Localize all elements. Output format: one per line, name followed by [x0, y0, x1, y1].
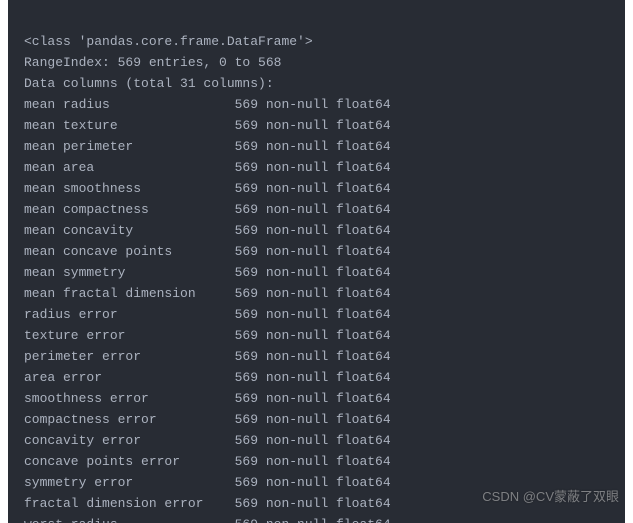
- range-index-line: RangeIndex: 569 entries, 0 to 568: [24, 55, 281, 70]
- terminal-output: <class 'pandas.core.frame.DataFrame'> Ra…: [8, 0, 625, 523]
- column-rows: mean radius 569 non-null float64 mean te…: [24, 97, 391, 523]
- data-columns-line: Data columns (total 31 columns):: [24, 76, 274, 91]
- class-line: <class 'pandas.core.frame.DataFrame'>: [24, 34, 313, 49]
